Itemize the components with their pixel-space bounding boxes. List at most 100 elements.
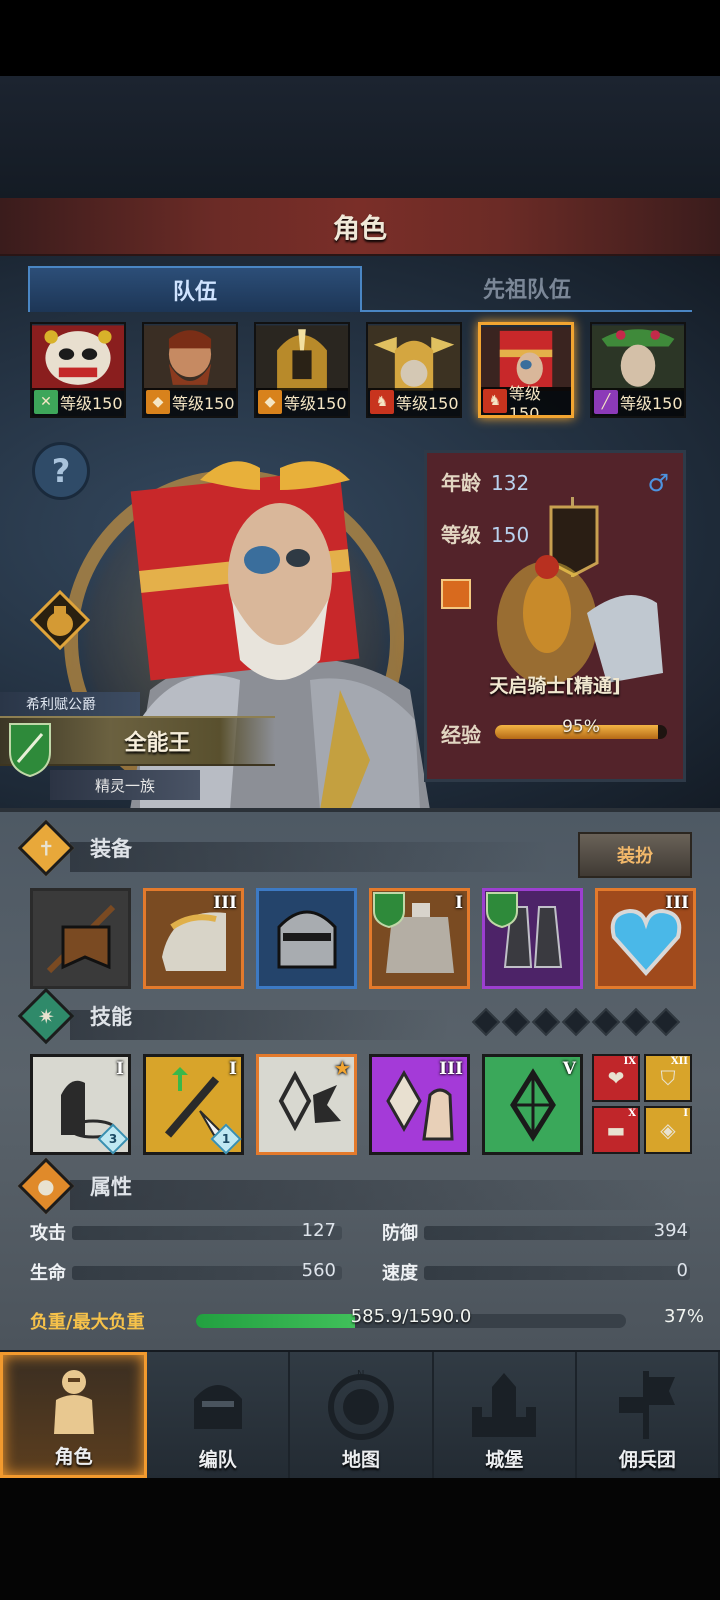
elf-queen-portrait	[592, 325, 684, 391]
hero-level-2: ◆ 等级150	[144, 388, 236, 416]
skill-point-dot	[561, 1007, 591, 1037]
hero-card-6[interactable]: ╱ 等级150	[590, 322, 686, 418]
skill-point-dot	[501, 1007, 531, 1037]
nav-character[interactable]: 角色	[0, 1352, 148, 1478]
equip-slot-helm[interactable]	[256, 888, 357, 989]
equip-slot-pauldron[interactable]: III	[143, 888, 244, 989]
rank-numeral: I	[229, 1059, 237, 1079]
sword-icon: ✝	[17, 819, 75, 877]
person-icon: ●	[17, 1157, 75, 1215]
svg-text:N: N	[357, 1369, 364, 1380]
hero-level-3: ◆ 等级150	[256, 388, 348, 416]
weight-label: 负重/最大负重	[30, 1312, 145, 1333]
header-background	[0, 76, 720, 198]
star-burst-icon: ✷	[17, 987, 75, 1045]
rank-numeral: X	[628, 1108, 636, 1119]
skill-slot-summon[interactable]: I 3	[30, 1054, 131, 1155]
golden-helm-portrait	[256, 325, 348, 391]
hero-level-label: 等级150	[284, 394, 347, 413]
nav-castle[interactable]: 城堡	[433, 1352, 577, 1478]
attributes-header: ● 属性	[17, 1157, 132, 1215]
attack-label: 攻击	[30, 1223, 66, 1244]
hero-card-1[interactable]: ✕ 等级150	[30, 322, 126, 418]
skill-slot-sword-up[interactable]: I 1	[143, 1054, 244, 1155]
equip-slot-armor[interactable]: I	[369, 888, 470, 989]
nav-label: 角色	[54, 1446, 93, 1468]
castle-icon	[472, 1373, 537, 1437]
nav-label: 佣兵团	[618, 1449, 676, 1471]
equip-slot-banner[interactable]	[30, 888, 131, 989]
attributes-title: 属性	[90, 1175, 132, 1199]
skill-point-indicators	[471, 1007, 681, 1037]
class-knight-art	[497, 497, 663, 685]
page-title: 角色	[333, 213, 387, 245]
help-button[interactable]: ?	[32, 442, 90, 500]
skill-point-dot	[591, 1007, 621, 1037]
attack-value: 127	[301, 1220, 336, 1241]
hp-value: 560	[301, 1260, 336, 1281]
equipment-title: 装备	[90, 837, 132, 861]
dress-up-button[interactable]: 装扮	[578, 832, 692, 878]
rank-numeral: I	[455, 893, 463, 913]
faction-shield-icon	[9, 723, 51, 778]
skill-slot-crystal[interactable]: ★	[256, 1054, 357, 1155]
winged-helm-portrait	[368, 325, 460, 391]
exp-label: 经验	[441, 723, 481, 747]
rank-numeral: I	[683, 1108, 688, 1119]
hero-level-6: ╱ 等级150	[592, 388, 684, 416]
shield-icon: ⛉	[660, 1066, 676, 1090]
gem-count: 3	[108, 1132, 118, 1146]
race-label: 精灵一族	[50, 770, 200, 800]
hero-level-5: ♞ 等级150	[481, 384, 571, 415]
rank-numeral: III	[665, 893, 689, 913]
class-icon: ◆	[258, 390, 282, 414]
skill-slot-crystal-hand[interactable]: III	[369, 1054, 470, 1155]
crystal-green-skill-icon	[509, 1067, 556, 1142]
passive-heart[interactable]: ❤ IX	[592, 1054, 640, 1102]
exp-percent: 95%	[562, 717, 600, 737]
nav-formation[interactable]: 编队	[147, 1352, 291, 1478]
heart-icon: ❤	[607, 1066, 625, 1090]
hero-level-label: 等级150	[620, 394, 683, 413]
class-icon: ╱	[594, 390, 618, 414]
skill-point-dot	[621, 1007, 651, 1037]
hero-card-2[interactable]: ◆ 等级150	[142, 322, 238, 418]
class-icon: ✕	[34, 390, 58, 414]
hero-card-4[interactable]: ♞ 等级150	[366, 322, 462, 418]
status-bar	[0, 0, 720, 76]
great-helm-icon	[277, 910, 336, 968]
passive-dumbbell[interactable]: ▬ X	[592, 1106, 640, 1154]
nav-label: 城堡	[485, 1449, 524, 1471]
equip-slot-amulet[interactable]: III	[595, 888, 696, 989]
nav-label: 地图	[342, 1449, 381, 1471]
potion-pot-icon[interactable]	[30, 590, 90, 650]
rank-numeral: V	[562, 1059, 576, 1079]
tab-team[interactable]: 队伍	[28, 266, 362, 312]
passive-shield-break[interactable]: ◈ I	[644, 1106, 692, 1154]
tab-ancestor-team[interactable]: 先祖队伍	[362, 266, 692, 312]
hero-card-3[interactable]: ◆ 等级150	[254, 322, 350, 418]
passive-shield[interactable]: ⛉ XII	[644, 1054, 692, 1102]
cavalry-class-icon	[441, 579, 471, 609]
team-tabs: 队伍 先祖队伍	[28, 266, 692, 312]
gem-count: 1	[221, 1132, 231, 1146]
title-bar: 角色	[0, 198, 720, 256]
equip-slot-boots[interactable]	[482, 888, 583, 989]
star-icon: ★	[334, 1059, 350, 1079]
weight-percent: 37%	[663, 1306, 704, 1327]
skill-slot-crystal-green[interactable]: V	[482, 1054, 583, 1155]
rank-numeral: IX	[623, 1056, 636, 1067]
defense-value: 394	[653, 1220, 688, 1241]
noble-title: 希利赋公爵	[0, 692, 140, 716]
nav-map[interactable]: N 地图	[290, 1352, 434, 1478]
skills-header: ✷ 技能	[17, 987, 132, 1045]
nav-mercenary[interactable]: 佣兵团	[576, 1352, 720, 1478]
hero-level-label: 等级150	[172, 394, 235, 413]
knight-icon	[53, 1370, 94, 1434]
section-divider	[70, 1180, 690, 1210]
speed-value: 0	[676, 1260, 688, 1281]
system-nav-area	[0, 1478, 720, 1600]
hero-card-5[interactable]: ♞ 等级150	[478, 322, 574, 418]
skill-point-dot	[471, 1007, 501, 1037]
faction-shield-icon	[486, 892, 518, 929]
